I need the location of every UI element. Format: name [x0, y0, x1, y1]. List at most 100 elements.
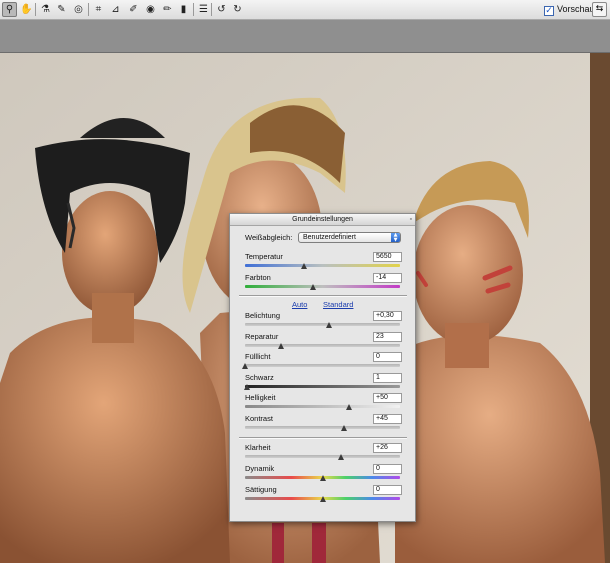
preview-label: Vorschau	[557, 4, 595, 14]
clarity-slider-track[interactable]	[245, 455, 400, 458]
vibrance-value-field[interactable]: 0	[373, 464, 402, 474]
tint-value-field[interactable]: -14	[373, 273, 402, 283]
graduated-filter-tool-button[interactable]: ▮	[176, 2, 191, 17]
saturation-label: Sättigung	[245, 485, 277, 494]
crop-tool-button[interactable]: ⌗	[91, 2, 106, 17]
color-sampler-tool-button[interactable]: ✎	[54, 2, 69, 17]
auto-link[interactable]: Auto	[292, 300, 307, 309]
fullscreen-button[interactable]: ⇆	[592, 2, 607, 17]
exposure-slider-row: Belichtung +0,30	[245, 311, 402, 331]
preview-checkbox[interactable]: ✓	[544, 6, 554, 16]
white-balance-tool-button[interactable]: ⚗	[38, 2, 53, 17]
clarity-slider-row: Klarheit +26	[245, 443, 402, 463]
clarity-slider-knob[interactable]	[338, 454, 345, 460]
toolbar: ⚲ ✋ ⚗ ✎ ◎ ⌗ ⊿ ✐ ◉ ✏ ▮ ☰ ↺ ↻ ✓ Vorschau ⇆	[0, 0, 610, 20]
recovery-slider-row: Reparatur 23	[245, 332, 402, 352]
fill-slider-knob[interactable]	[242, 363, 248, 369]
select-arrows-icon: ▲ ▼	[391, 233, 400, 242]
brightness-value-field[interactable]: +50	[373, 393, 402, 403]
white-balance-select[interactable]: Benutzerdefiniert ▲ ▼	[298, 232, 401, 243]
adjustment-brush-tool-icon: ✏	[163, 4, 172, 15]
toolbar-separator	[193, 3, 194, 16]
divider	[239, 437, 407, 439]
spot-removal-tool-button[interactable]: ✐	[126, 2, 141, 17]
blacks-slider-knob[interactable]	[243, 384, 250, 390]
toolbar-separator	[88, 3, 89, 16]
tint-label: Farbton	[245, 273, 271, 282]
exposure-value-field[interactable]: +0,30	[373, 311, 402, 321]
rotate-right-tool-icon: ↻	[233, 4, 242, 15]
contrast-slider-row: Kontrast +45	[245, 414, 402, 434]
zoom-tool-button[interactable]: ⚲	[2, 2, 17, 17]
vibrance-slider-row: Dynamik 0	[245, 464, 402, 484]
brightness-label: Helligkeit	[245, 393, 276, 402]
preview-toggle[interactable]: ✓ Vorschau	[544, 2, 595, 17]
fullscreen-icon: ⇆	[595, 4, 604, 14]
spot-removal-tool-icon: ✐	[129, 4, 138, 15]
divider	[239, 295, 407, 297]
panel-title-bar: Grundeinstellungen ▫	[230, 214, 415, 226]
fill-value-field[interactable]: 0	[373, 352, 402, 362]
fill-label: Fülllicht	[245, 352, 271, 361]
toolbar-separator	[35, 3, 36, 16]
recovery-slider-knob[interactable]	[277, 343, 284, 349]
contrast-label: Kontrast	[245, 414, 273, 423]
blacks-value-field[interactable]: 1	[373, 373, 402, 383]
crop-tool-icon: ⌗	[95, 4, 102, 15]
brightness-slider-row: Helligkeit +50	[245, 393, 402, 413]
blacks-slider-track[interactable]	[245, 385, 400, 388]
clarity-value-field[interactable]: +26	[373, 443, 402, 453]
info-bar	[0, 20, 610, 53]
white-balance-label: Weißabgleich:	[245, 233, 293, 242]
saturation-value-field[interactable]: 0	[373, 485, 402, 495]
adjustment-brush-tool-button[interactable]: ✏	[160, 2, 175, 17]
color-sampler-tool-icon: ✎	[57, 4, 66, 15]
blacks-slider-row: Schwarz 1	[243, 373, 402, 393]
rotate-left-tool-icon: ↺	[217, 4, 226, 15]
contrast-value-field[interactable]: +45	[373, 414, 402, 424]
preferences-tool-button[interactable]: ☰	[196, 2, 211, 17]
hand-tool-button[interactable]: ✋	[19, 2, 34, 17]
rotate-right-tool-button[interactable]: ↻	[230, 2, 245, 17]
exposure-label: Belichtung	[245, 311, 281, 320]
brightness-slider-knob[interactable]	[345, 404, 352, 410]
saturation-slider-row: Sättigung 0	[245, 485, 402, 505]
white-balance-tool-icon: ⚗	[41, 4, 50, 15]
brightness-slider-track[interactable]	[245, 405, 400, 408]
targeted-adjustment-tool-icon: ◎	[74, 4, 83, 15]
preferences-tool-icon: ☰	[199, 4, 208, 15]
tint-slider-track[interactable]	[245, 285, 400, 288]
toolbar-separator	[211, 3, 212, 16]
zoom-tool-icon: ⚲	[5, 4, 14, 15]
clarity-label: Klarheit	[245, 443, 271, 452]
hand-tool-icon: ✋	[20, 4, 33, 15]
standard-link[interactable]: Standard	[323, 300, 353, 309]
straighten-tool-button[interactable]: ⊿	[108, 2, 123, 17]
temp-slider-row: Temperatur 5650	[245, 252, 402, 272]
recovery-slider-track[interactable]	[245, 344, 400, 347]
red-eye-tool-icon: ◉	[146, 4, 155, 15]
rotate-left-tool-button[interactable]: ↺	[214, 2, 229, 17]
contrast-slider-knob[interactable]	[341, 425, 348, 431]
panel-title: Grundeinstellungen	[292, 216, 353, 223]
temp-slider-track[interactable]	[245, 264, 400, 267]
graduated-filter-tool-icon: ▮	[180, 4, 187, 15]
recovery-value-field[interactable]: 23	[373, 332, 402, 342]
basic-adjustments-panel: Grundeinstellungen ▫ Weißabgleich: Benut…	[229, 213, 416, 522]
vibrance-slider-knob[interactable]	[319, 475, 326, 481]
straighten-tool-icon: ⊿	[111, 4, 120, 15]
targeted-adjustment-tool-button[interactable]: ◎	[71, 2, 86, 17]
temp-value-field[interactable]: 5650	[373, 252, 402, 262]
contrast-slider-track[interactable]	[245, 426, 400, 429]
tint-slider-knob[interactable]	[310, 284, 317, 290]
recovery-label: Reparatur	[245, 332, 279, 341]
vibrance-label: Dynamik	[245, 464, 275, 473]
exposure-slider-track[interactable]	[245, 323, 400, 326]
exposure-slider-knob[interactable]	[325, 322, 332, 328]
saturation-slider-knob[interactable]	[319, 496, 326, 502]
white-balance-value: Benutzerdefiniert	[303, 234, 356, 241]
red-eye-tool-button[interactable]: ◉	[143, 2, 158, 17]
panel-close-icon[interactable]: ▫	[410, 214, 412, 225]
temp-slider-knob[interactable]	[300, 263, 307, 269]
fill-slider-track[interactable]	[245, 364, 400, 367]
